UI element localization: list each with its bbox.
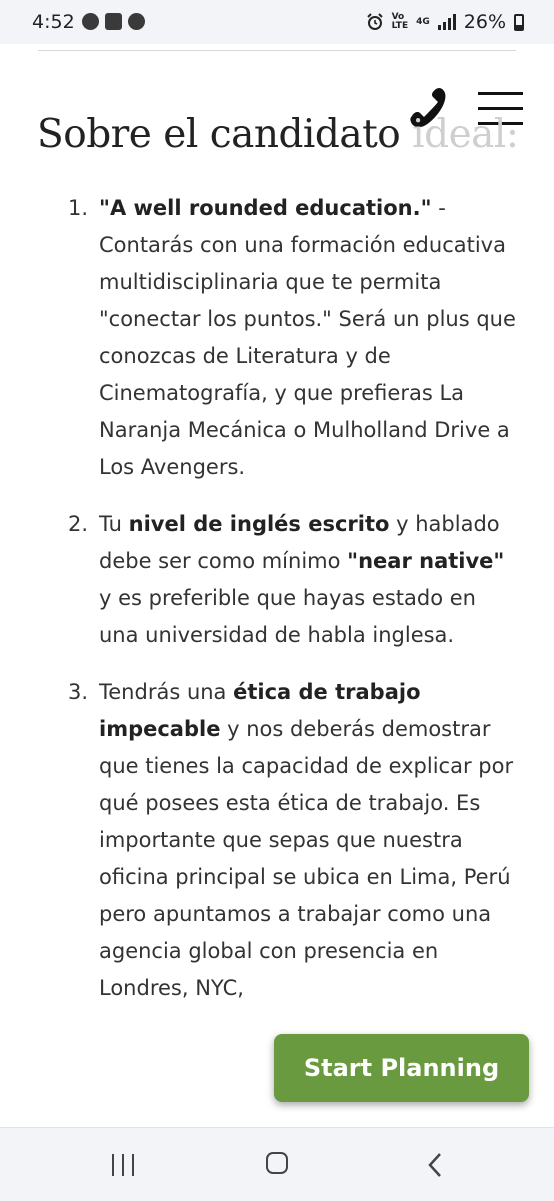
list-number: 2. xyxy=(68,512,89,536)
home-icon[interactable] xyxy=(266,1152,288,1174)
list-number: 1. xyxy=(68,196,89,220)
messenger-icon xyxy=(128,13,145,30)
whatsapp-icon xyxy=(82,13,99,30)
page-title: Sobre el candidato ideal: xyxy=(37,112,519,157)
start-planning-button[interactable]: Start Planning xyxy=(274,1034,529,1102)
list-item: 1. "A well rounded education." - Contará… xyxy=(0,190,554,486)
recents-icon[interactable] xyxy=(110,1154,136,1176)
back-icon[interactable] xyxy=(425,1152,445,1178)
list-number: 3. xyxy=(68,680,89,704)
gallery-icon xyxy=(105,13,122,30)
signal-icon xyxy=(437,14,456,30)
navigation-bar xyxy=(0,1127,554,1201)
battery-icon xyxy=(514,13,524,31)
system-status: Vo LTE 4G 26% xyxy=(366,11,524,33)
battery-percent: 26% xyxy=(463,11,506,33)
list-item: 2. Tu nivel de inglés escrito y hablado … xyxy=(0,506,554,654)
status-bar: 4:52 Vo LTE 4G 26% xyxy=(0,0,554,44)
network-type: 4G xyxy=(416,16,430,27)
notification-icons xyxy=(82,13,145,30)
requirements-list: 1. "A well rounded education." - Contará… xyxy=(0,190,554,1027)
address-bar-edge xyxy=(38,50,516,51)
status-time: 4:52 xyxy=(32,11,75,33)
volte-indicator: Vo LTE xyxy=(391,12,409,31)
list-item: 3. Tendrás una ética de trabajo impecabl… xyxy=(0,674,554,1007)
alarm-icon xyxy=(366,13,383,30)
